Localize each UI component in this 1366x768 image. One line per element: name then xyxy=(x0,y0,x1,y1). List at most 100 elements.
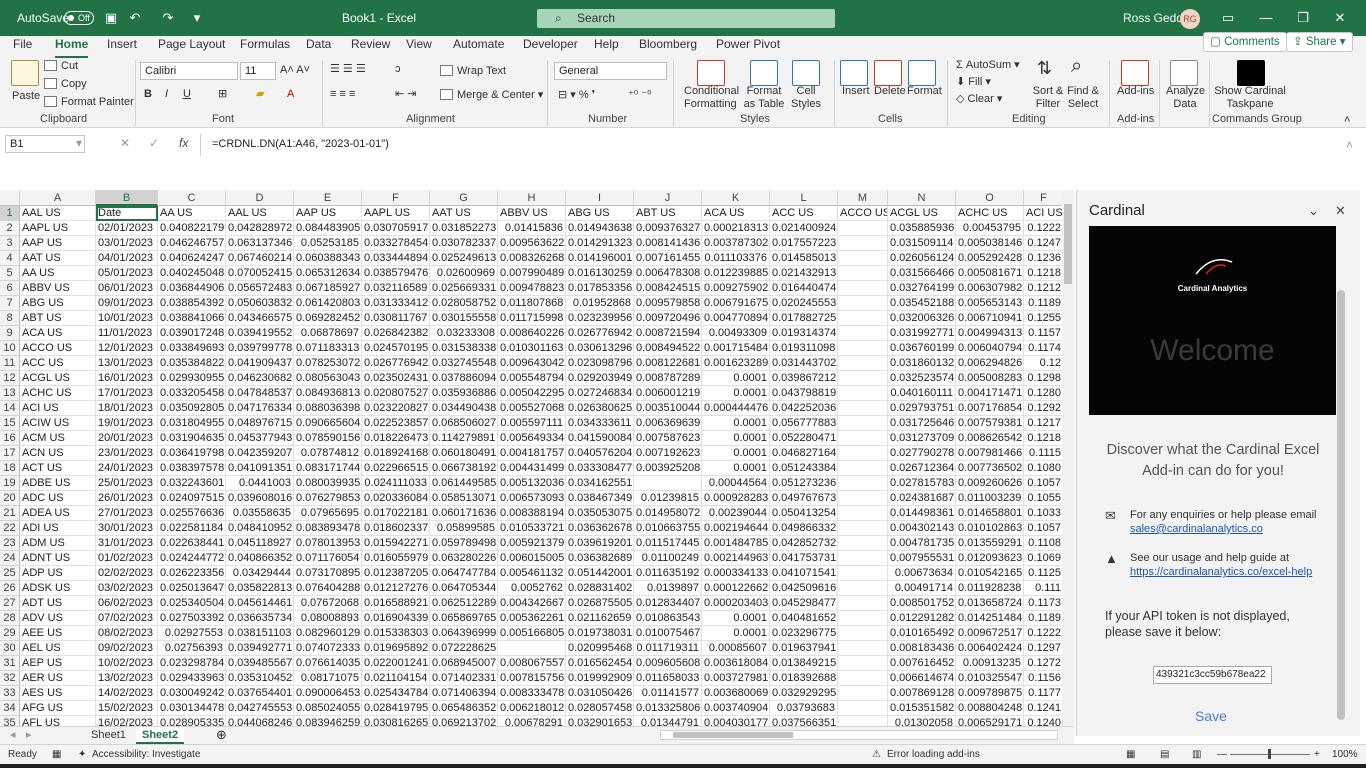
data-cell[interactable]: AAP US xyxy=(20,236,96,251)
data-cell[interactable]: 02/02/2023 xyxy=(96,566,158,581)
header-cell[interactable]: ACHC US xyxy=(956,206,1024,221)
data-cell[interactable]: 0.031992771 xyxy=(888,326,956,341)
data-cell[interactable]: 0.009720496 xyxy=(634,311,702,326)
data-cell[interactable]: 0.1222 xyxy=(1024,221,1062,236)
data-cell[interactable]: 0.008122681 xyxy=(634,356,702,371)
data-cell[interactable]: 0.036362678 xyxy=(566,521,634,536)
data-cell[interactable]: 0.019695892 xyxy=(362,641,430,656)
data-cell[interactable]: 0.010863543 xyxy=(634,611,702,626)
data-cell[interactable]: 0.1212 xyxy=(1024,281,1062,296)
data-cell[interactable]: 0.004030177 xyxy=(702,716,770,726)
data-cell[interactable]: 0.010542165 xyxy=(956,566,1024,581)
data-cell[interactable]: 0.014498361 xyxy=(888,506,956,521)
data-cell[interactable]: 0.05253185 xyxy=(294,236,362,251)
underline-icon[interactable]: U xyxy=(183,88,191,101)
data-cell[interactable]: 0.008501752 xyxy=(888,596,956,611)
data-cell[interactable]: 0.047176334 xyxy=(226,401,294,416)
data-cell[interactable]: 0.008326268 xyxy=(498,251,566,266)
data-cell[interactable]: AEL US xyxy=(20,641,96,656)
clear-button[interactable]: ◇ Clear ▾ xyxy=(956,93,1002,106)
sort-filter-icon[interactable]: ⇅ xyxy=(1037,59,1052,77)
data-cell[interactable]: 0.041590084 xyxy=(566,431,634,446)
data-cell[interactable]: ADNT US xyxy=(20,551,96,566)
data-cell[interactable]: 0.009579858 xyxy=(634,296,702,311)
indent-icon[interactable]: ⇤ ⇥ xyxy=(395,88,417,101)
data-cell[interactable]: 07/02/2023 xyxy=(96,611,158,626)
data-cell[interactable]: 0.1218 xyxy=(1024,266,1062,281)
data-cell[interactable]: 08/02/2023 xyxy=(96,626,158,641)
data-cell[interactable]: 0.005597111 xyxy=(498,416,566,431)
data-cell[interactable]: ABT US xyxy=(20,311,96,326)
data-cell[interactable]: 0.020995468 xyxy=(566,641,634,656)
column-header[interactable]: G xyxy=(430,190,498,206)
data-cell[interactable]: 0.043798819 xyxy=(770,386,838,401)
column-header[interactable]: K xyxy=(702,190,770,206)
h-scroll-thumb[interactable] xyxy=(673,732,793,738)
tab-home[interactable]: Home xyxy=(55,36,89,58)
data-cell[interactable] xyxy=(838,581,888,596)
data-cell[interactable]: 0.030134478 xyxy=(158,701,226,716)
data-cell[interactable]: 0.032901653 xyxy=(566,716,634,726)
data-cell[interactable]: ADM US xyxy=(20,536,96,551)
data-cell[interactable]: 0.013325806 xyxy=(634,701,702,716)
data-cell[interactable]: 0.052280471 xyxy=(770,431,838,446)
data-cell[interactable]: 0.032745548 xyxy=(430,356,498,371)
data-cell[interactable]: 0.002144963 xyxy=(702,551,770,566)
data-cell[interactable]: 0.023239956 xyxy=(566,311,634,326)
data-cell[interactable]: 0.029793751 xyxy=(888,401,956,416)
font-color-icon[interactable]: A xyxy=(287,88,294,101)
data-cell[interactable]: 0.015338303 xyxy=(362,626,430,641)
data-cell[interactable]: 09/01/2023 xyxy=(96,296,158,311)
data-cell[interactable]: 0.004181757 xyxy=(498,446,566,461)
data-cell[interactable]: 0.026875505 xyxy=(566,596,634,611)
name-box-dropdown-icon[interactable]: ▾ xyxy=(76,136,82,150)
format-cells-label[interactable]: Format xyxy=(907,85,942,98)
data-cell[interactable]: 0.015351582 xyxy=(888,701,956,716)
data-cell[interactable]: 0.0001 xyxy=(702,431,770,446)
zoom-level[interactable]: 100% xyxy=(1332,748,1358,762)
data-cell[interactable]: 0.051273236 xyxy=(770,476,838,491)
data-cell[interactable]: 0.033444894 xyxy=(362,251,430,266)
data-cell[interactable]: 16/01/2023 xyxy=(96,371,158,386)
data-cell[interactable]: 0.030816265 xyxy=(362,716,430,726)
data-cell[interactable] xyxy=(838,341,888,356)
data-cell[interactable]: 18/01/2023 xyxy=(96,401,158,416)
row-header[interactable]: 29 xyxy=(0,626,20,641)
data-cell[interactable]: 0.026223356 xyxy=(158,566,226,581)
row-header[interactable]: 21 xyxy=(0,506,20,521)
data-cell[interactable]: 0.008787289 xyxy=(634,371,702,386)
data-cell[interactable]: ADEA US xyxy=(20,506,96,521)
data-cell[interactable]: 0.00493309 xyxy=(702,326,770,341)
data-cell[interactable]: 0.024381687 xyxy=(888,491,956,506)
data-cell[interactable]: 06/02/2023 xyxy=(96,596,158,611)
data-cell[interactable]: 0.031860132 xyxy=(888,356,956,371)
data-cell[interactable]: 0.025576636 xyxy=(158,506,226,521)
data-cell[interactable]: 0.006478308 xyxy=(634,266,702,281)
data-cell[interactable]: 0.01239815 xyxy=(634,491,702,506)
column-header[interactable]: A xyxy=(20,190,96,206)
data-cell[interactable]: 02/01/2023 xyxy=(96,221,158,236)
data-cell[interactable]: 0.004770894 xyxy=(702,311,770,326)
data-cell[interactable]: 09/02/2023 xyxy=(96,641,158,656)
data-cell[interactable]: 0.1222 xyxy=(1024,626,1062,641)
data-cell[interactable]: 0.006402424 xyxy=(956,641,1024,656)
bold-icon[interactable]: B xyxy=(144,88,152,101)
data-cell[interactable]: 13/01/2023 xyxy=(96,356,158,371)
data-cell[interactable]: 0.039485567 xyxy=(226,656,294,671)
row-header[interactable]: 7 xyxy=(0,296,20,311)
data-cell[interactable]: 0.00044564 xyxy=(702,476,770,491)
data-cell[interactable]: 0.022581184 xyxy=(158,521,226,536)
tab-file[interactable]: File xyxy=(13,36,32,58)
data-cell[interactable]: 0.038854392 xyxy=(158,296,226,311)
data-cell[interactable]: 0.010301163 xyxy=(498,341,566,356)
data-cell[interactable]: 0.003787302 xyxy=(702,236,770,251)
data-cell[interactable]: 0.004171471 xyxy=(956,386,1024,401)
data-cell[interactable]: 0.026380625 xyxy=(566,401,634,416)
font-name-select[interactable]: Calibri xyxy=(140,62,238,80)
data-cell[interactable]: 0.011719311 xyxy=(634,641,702,656)
data-cell[interactable]: 27/01/2023 xyxy=(96,506,158,521)
save-token-button[interactable]: Save xyxy=(1195,708,1227,724)
data-cell[interactable]: ACCO US xyxy=(20,341,96,356)
data-cell[interactable]: 0.047848537 xyxy=(226,386,294,401)
data-cell[interactable]: 31/01/2023 xyxy=(96,536,158,551)
